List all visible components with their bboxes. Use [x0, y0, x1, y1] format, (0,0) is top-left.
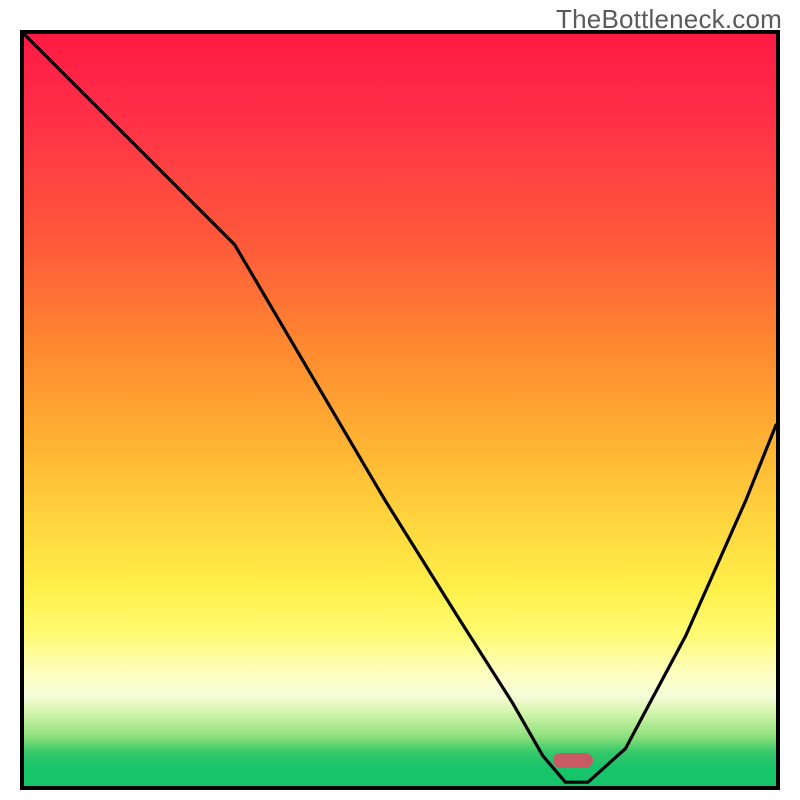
chart-container: TheBottleneck.com: [0, 0, 800, 800]
plot-frame: [20, 30, 780, 790]
optimal-marker: [553, 753, 592, 768]
bottleneck-curve-path: [24, 34, 776, 782]
bottleneck-curve-svg: [24, 34, 776, 786]
